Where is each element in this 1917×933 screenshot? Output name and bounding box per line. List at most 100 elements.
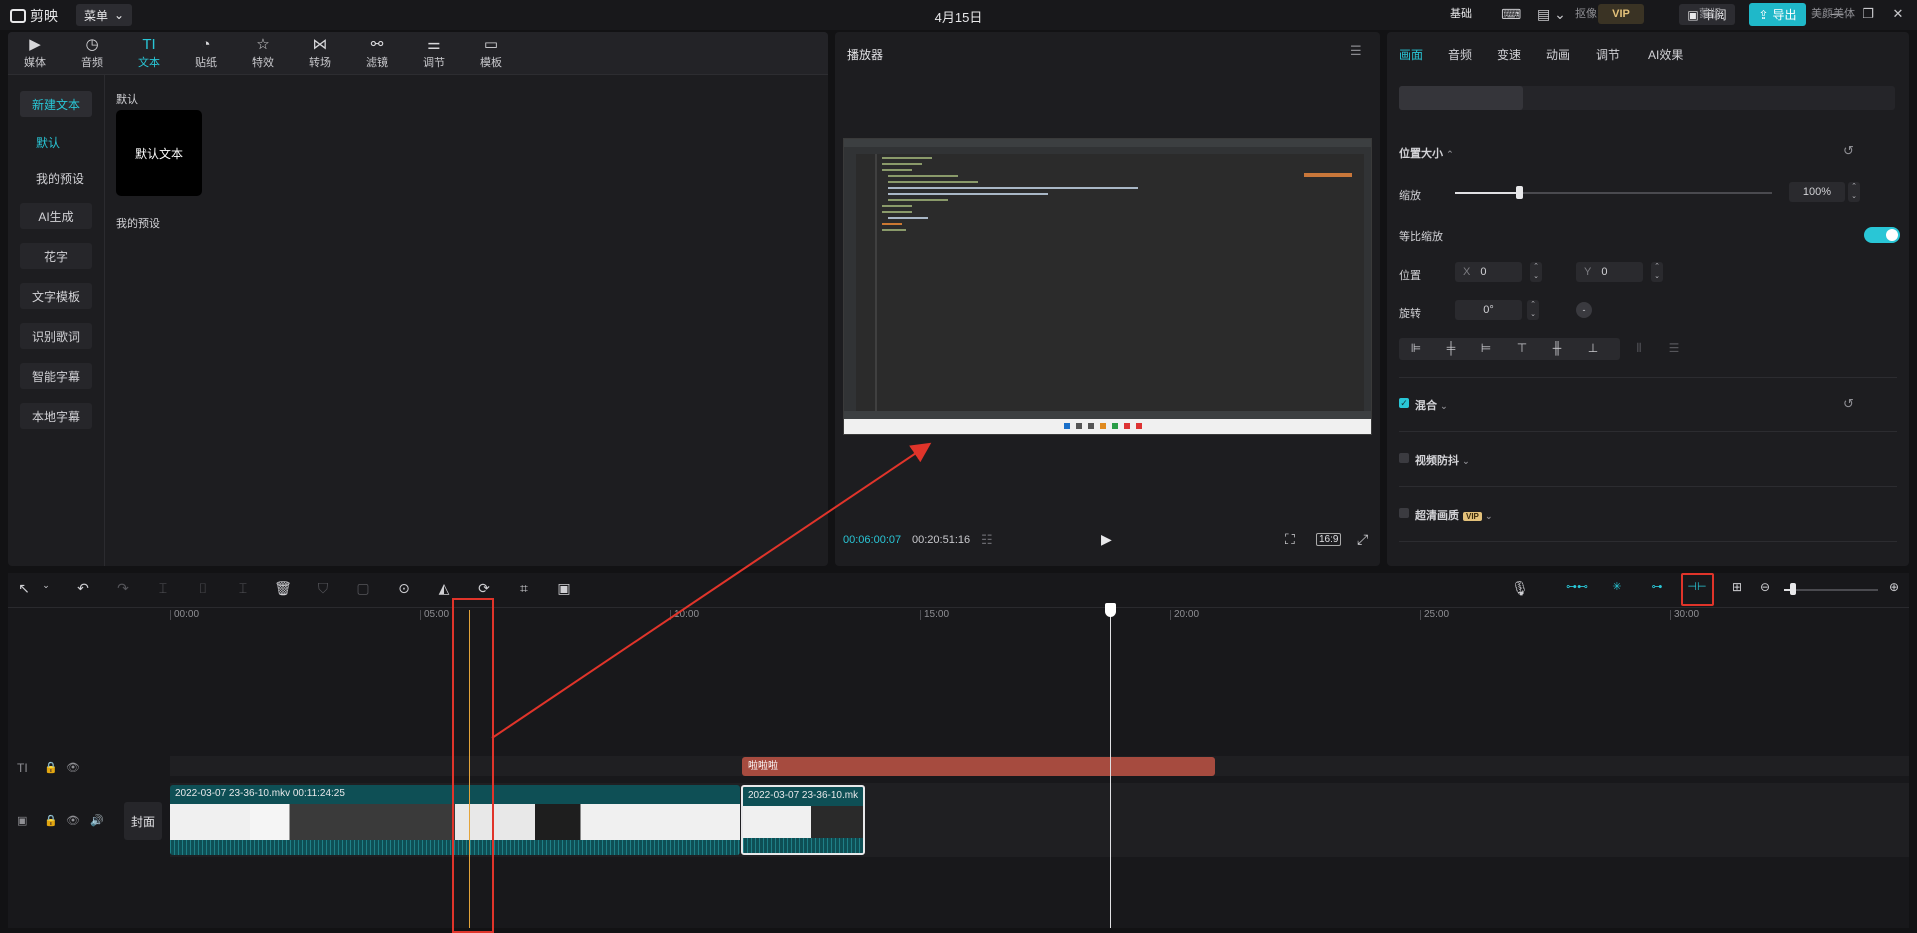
select-tool-icon[interactable]: ↖: [14, 580, 34, 597]
aspect-ratio-button[interactable]: 16:9: [1316, 533, 1342, 546]
delete-icon[interactable]: 🗑: [273, 580, 293, 597]
scale-input[interactable]: 100%: [1789, 182, 1845, 202]
sidebar-item-new-text[interactable]: 新建文本: [20, 91, 92, 117]
subtab-cutout[interactable]: 抠像: [1575, 5, 1597, 21]
position-x-stepper[interactable]: ⌃ ⌄: [1530, 262, 1542, 282]
rotation-dial-icon[interactable]: -: [1576, 302, 1592, 318]
super-resolution-label[interactable]: 超清画质 VIP ⌄: [1415, 507, 1493, 523]
hamburger-menu-icon[interactable]: ☰: [1350, 43, 1362, 59]
align-right-icon[interactable]: ⊨: [1476, 341, 1496, 355]
tab-audio[interactable]: ◷ 音频: [67, 35, 117, 70]
stabilize-label[interactable]: 视频防抖 ⌄: [1415, 452, 1470, 468]
tab-filter[interactable]: ⚯ 滤镜: [352, 35, 402, 70]
tab-sticker[interactable]: ◔ 贴纸: [181, 35, 231, 70]
freeze-icon: ▢: [356, 580, 370, 596]
sidebar-item-recognize-lyrics[interactable]: 识别歌词: [20, 323, 92, 349]
zoom-in-icon[interactable]: ⊕: [1884, 580, 1904, 594]
subtab-beauty[interactable]: 美颜美体: [1811, 5, 1855, 21]
fit-view-icon[interactable]: ⛶: [1285, 531, 1295, 548]
tab-effects[interactable]: ☆ 特效: [238, 35, 288, 70]
align-center-v-icon[interactable]: ╫: [1547, 341, 1567, 355]
lock-icon[interactable]: 🔒: [44, 814, 58, 827]
tab-picture[interactable]: 画面: [1399, 46, 1423, 63]
uniform-scale-toggle[interactable]: [1864, 227, 1900, 243]
zoom-slider[interactable]: [1784, 589, 1878, 591]
subtab-mask[interactable]: 蒙版: [1699, 5, 1721, 21]
layout-icon[interactable]: ▤ ⌄: [1537, 6, 1566, 23]
distribute-v-icon: ☰: [1668, 341, 1680, 355]
sidebar-item-ai-generate[interactable]: AI生成: [20, 203, 92, 229]
blend-label[interactable]: 混合 ⌄: [1415, 397, 1448, 413]
restore-icon[interactable]: ❐: [1858, 6, 1878, 22]
reverse-play-icon[interactable]: ⊙: [394, 580, 414, 597]
rotate-icon[interactable]: ⟳: [474, 580, 494, 597]
sidebar-item-text-template[interactable]: 文字模板: [20, 283, 92, 309]
tab-speed[interactable]: 变速: [1497, 46, 1521, 63]
default-text-card[interactable]: 默认文本: [116, 110, 202, 196]
divider: [1399, 486, 1897, 487]
text-clip[interactable]: 啦啦啦: [742, 757, 1215, 776]
sidebar-item-local-subtitle[interactable]: 本地字幕: [20, 403, 92, 429]
blend-reset-icon[interactable]: ↺: [1843, 396, 1854, 412]
export-button[interactable]: ⇪ 导出: [1749, 3, 1806, 26]
tab-text[interactable]: TI 文本: [124, 35, 174, 70]
fullscreen-icon[interactable]: ⤢: [1357, 531, 1368, 548]
sidebar-item-smart-subtitle[interactable]: 智能字幕: [20, 363, 92, 389]
main-track-magnet-icon[interactable]: ⊶⊷: [1565, 580, 1589, 600]
tab-transition[interactable]: ⋈ 转场: [295, 35, 345, 70]
section-position-size[interactable]: 位置大小 ⌃: [1399, 145, 1454, 161]
image-edit-icon[interactable]: ▣: [554, 580, 574, 597]
chevron-down-icon[interactable]: ⌄: [36, 580, 56, 591]
tab-media[interactable]: ▶ 媒体: [10, 35, 60, 70]
play-button[interactable]: ▶: [1101, 531, 1112, 548]
rotation-stepper[interactable]: ⌃ ⌄: [1527, 300, 1539, 320]
blend-checkbox[interactable]: ✓: [1399, 398, 1409, 408]
tab-audio-props[interactable]: 音频: [1448, 46, 1472, 63]
align-bottom-icon[interactable]: ⊥: [1583, 341, 1603, 355]
vip-badge[interactable]: VIP: [1598, 4, 1644, 24]
stabilize-checkbox[interactable]: [1399, 453, 1409, 463]
crop-icon[interactable]: ⌗: [514, 580, 534, 597]
align-left-icon[interactable]: ⊫: [1406, 341, 1426, 355]
auto-snap-icon[interactable]: ✳: [1605, 580, 1629, 600]
align-top-icon[interactable]: ⊤: [1512, 341, 1532, 355]
super-resolution-checkbox[interactable]: [1399, 508, 1409, 518]
video-preview[interactable]: [843, 138, 1372, 435]
sidebar-item-default[interactable]: 默认: [14, 129, 86, 155]
cover-button[interactable]: 封面: [124, 802, 162, 840]
zoom-out-icon[interactable]: ⊖: [1755, 580, 1775, 594]
reset-icon[interactable]: ↺: [1843, 143, 1854, 159]
eye-icon[interactable]: 👁: [66, 814, 80, 827]
tab-animation[interactable]: 动画: [1546, 46, 1570, 63]
timeline-grid-icon[interactable]: ☷: [981, 532, 993, 548]
microphone-icon[interactable]: 🎙: [1510, 580, 1530, 597]
tab-ai-effects[interactable]: AI效果: [1648, 46, 1683, 63]
tab-adjust-props[interactable]: 调节: [1596, 46, 1620, 63]
link-icon[interactable]: ⊶: [1645, 580, 1669, 600]
undo-icon[interactable]: ↶: [73, 580, 93, 597]
mirror-icon[interactable]: ◭: [434, 580, 454, 597]
effects-icon: ☆: [256, 36, 270, 53]
scale-slider-knob[interactable]: [1516, 186, 1523, 199]
zoom-slider-knob[interactable]: [1790, 583, 1796, 595]
tab-template[interactable]: ▭ 模板: [466, 35, 516, 70]
keyboard-shortcut-icon[interactable]: ⌨: [1501, 6, 1521, 23]
tab-adjust[interactable]: ⚌ 调节: [409, 35, 459, 70]
position-y-stepper[interactable]: ⌃ ⌄: [1651, 262, 1663, 282]
sidebar-item-fancy-text[interactable]: 花字: [20, 243, 92, 269]
close-icon[interactable]: ✕: [1888, 6, 1908, 22]
subtab-basic[interactable]: 基础: [1450, 5, 1472, 21]
eye-icon[interactable]: 👁: [66, 761, 80, 774]
playhead-handle[interactable]: [1105, 603, 1116, 617]
rotation-field[interactable]: 0°: [1455, 300, 1522, 320]
align-center-h-icon[interactable]: ╪: [1441, 341, 1461, 355]
position-x-field[interactable]: X0: [1455, 262, 1522, 282]
lock-icon[interactable]: 🔒: [44, 761, 58, 774]
subtitle-icon[interactable]: ⊞: [1727, 580, 1747, 594]
position-y-field[interactable]: Y0: [1576, 262, 1643, 282]
clip-label: 2022-03-07 23-36-10.mkv 00:11:24:25: [175, 788, 345, 799]
mute-icon[interactable]: 🔊: [90, 814, 104, 827]
video-clip-2[interactable]: 2022-03-07 23-36-10.mk: [741, 785, 865, 855]
sidebar-item-my-preset[interactable]: 我的预设: [14, 165, 86, 191]
scale-stepper[interactable]: ⌃ ⌄: [1848, 182, 1860, 202]
